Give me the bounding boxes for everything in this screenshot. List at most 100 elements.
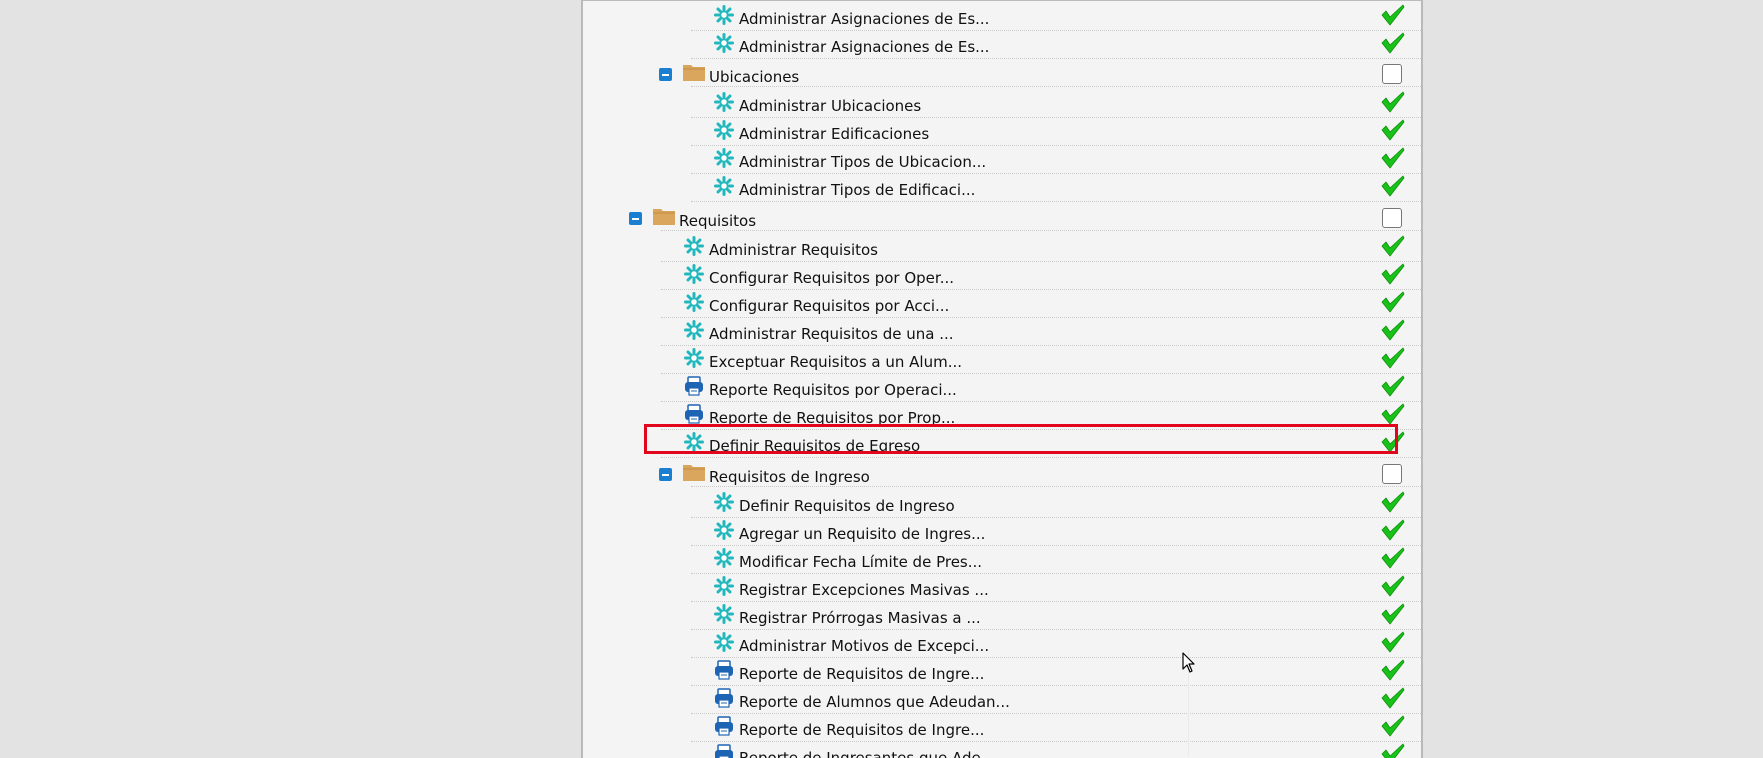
checkmark-icon[interactable] xyxy=(1381,4,1405,26)
tree-item-row[interactable]: Administrar Asignaciones de Es... xyxy=(583,3,1421,31)
mouse-cursor-icon xyxy=(1182,652,1195,673)
checkmark-icon[interactable] xyxy=(1381,91,1405,113)
tree-item-row[interactable]: Administrar Requisitos xyxy=(583,234,1421,262)
checkmark-icon[interactable] xyxy=(1381,715,1405,737)
checkmark-icon[interactable] xyxy=(1381,119,1405,141)
gear-icon xyxy=(684,320,704,340)
tree-item-label: Administrar Tipos de Ubicacion... xyxy=(739,153,987,171)
gear-icon xyxy=(714,576,734,596)
printer-icon xyxy=(685,376,703,396)
tree-item-row[interactable]: Modificar Fecha Límite de Pres... xyxy=(583,546,1421,574)
tree-item-row[interactable]: Reporte de Ingresantes que Ade... xyxy=(583,742,1421,758)
gear-icon xyxy=(714,520,734,540)
tree-item-row[interactable]: Administrar Edificaciones xyxy=(583,118,1421,146)
tree-item-row[interactable]: Administrar Requisitos de una ... xyxy=(583,318,1421,346)
checkmark-icon[interactable] xyxy=(1381,603,1405,625)
row-separator xyxy=(691,486,1421,487)
printer-icon xyxy=(715,716,733,736)
tree-item-row[interactable]: Definir Requisitos de Ingreso xyxy=(583,490,1421,518)
checkmark-icon[interactable] xyxy=(1381,575,1405,597)
tree-item-label: Reporte de Requisitos por Prop... xyxy=(709,409,956,427)
tree-item-row[interactable]: Administrar Tipos de Ubicacion... xyxy=(583,146,1421,174)
tree-item-row[interactable]: Configurar Requisitos por Oper... xyxy=(583,262,1421,290)
tree-item-row[interactable]: Exceptuar Requisitos a un Alum... xyxy=(583,346,1421,374)
tree-folder-row[interactable]: Requisitos de Ingreso xyxy=(583,459,1421,487)
tree-item-label: Reporte de Requisitos de Ingre... xyxy=(739,721,985,739)
gear-icon xyxy=(714,176,734,196)
checkbox[interactable] xyxy=(1382,64,1402,84)
tree-item-label: Definir Requisitos de Egreso xyxy=(709,437,921,455)
checkmark-icon[interactable] xyxy=(1381,431,1405,453)
tree-item-row[interactable]: Administrar Ubicaciones xyxy=(583,90,1421,118)
gear-icon xyxy=(714,92,734,112)
tree-item-label: Administrar Edificaciones xyxy=(739,125,930,143)
tree-item-row[interactable]: Reporte Requisitos por Operaci... xyxy=(583,374,1421,402)
checkmark-icon[interactable] xyxy=(1381,403,1405,425)
checkmark-icon[interactable] xyxy=(1381,491,1405,513)
checkmark-icon[interactable] xyxy=(1381,519,1405,541)
gear-icon xyxy=(714,492,734,512)
checkmark-icon[interactable] xyxy=(1381,291,1405,313)
checkbox[interactable] xyxy=(1382,464,1402,484)
tree-item-label: Agregar un Requisito de Ingres... xyxy=(739,525,986,543)
tree-item-row[interactable]: Administrar Tipos de Edificaci... xyxy=(583,174,1421,202)
tree-item-label: Administrar Requisitos de una ... xyxy=(709,325,954,343)
tree-item-label: Reporte de Requisitos de Ingre... xyxy=(739,665,985,683)
tree-item-row[interactable]: Registrar Excepciones Masivas ... xyxy=(583,574,1421,602)
checkmark-icon[interactable] xyxy=(1381,175,1405,197)
gear-icon xyxy=(684,264,704,284)
row-separator xyxy=(661,230,1421,231)
tree-item-label: Configurar Requisitos por Oper... xyxy=(709,269,955,287)
checkmark-icon[interactable] xyxy=(1381,547,1405,569)
gear-icon xyxy=(684,348,704,368)
tree-item-label: Reporte de Alumnos que Adeudan... xyxy=(739,693,1010,711)
tree-item-row[interactable]: Reporte de Requisitos por Prop... xyxy=(583,402,1421,430)
gear-icon xyxy=(684,236,704,256)
collapse-toggle-icon[interactable] xyxy=(629,212,642,225)
checkmark-icon[interactable] xyxy=(1381,235,1405,257)
tree-item-label: Administrar Asignaciones de Es... xyxy=(739,38,990,56)
tree-item-label: Administrar Asignaciones de Es... xyxy=(739,10,990,28)
tree-item-label: Administrar Ubicaciones xyxy=(739,97,922,115)
tree-folder-row[interactable]: Ubicaciones xyxy=(583,59,1421,87)
checkmark-icon[interactable] xyxy=(1381,147,1405,169)
checkmark-icon[interactable] xyxy=(1381,347,1405,369)
tree-item-row[interactable]: Agregar un Requisito de Ingres... xyxy=(583,518,1421,546)
checkmark-icon[interactable] xyxy=(1381,743,1405,758)
collapse-toggle-icon[interactable] xyxy=(659,68,672,81)
tree-item-label: Registrar Prórrogas Masivas a ... xyxy=(739,609,981,627)
tree-item-row[interactable]: Configurar Requisitos por Acci... xyxy=(583,290,1421,318)
checkmark-icon[interactable] xyxy=(1381,375,1405,397)
gear-icon xyxy=(714,33,734,53)
collapse-toggle-icon[interactable] xyxy=(659,468,672,481)
checkmark-icon[interactable] xyxy=(1381,659,1405,681)
tree-item-row[interactable]: Registrar Prórrogas Masivas a ... xyxy=(583,602,1421,630)
checkmark-icon[interactable] xyxy=(1381,687,1405,709)
tree-item-label: Registrar Excepciones Masivas ... xyxy=(739,581,989,599)
checkmark-icon[interactable] xyxy=(1381,631,1405,653)
tree-item-label: Administrar Motivos de Excepci... xyxy=(739,637,990,655)
tree-item-label: Reporte Requisitos por Operaci... xyxy=(709,381,957,399)
checkmark-icon[interactable] xyxy=(1381,263,1405,285)
printer-icon xyxy=(715,744,733,758)
gear-icon xyxy=(714,148,734,168)
gear-icon xyxy=(714,632,734,652)
tree-item-row[interactable]: Definir Requisitos de Egreso xyxy=(583,430,1421,458)
folder-icon xyxy=(653,209,675,225)
tree-item-row[interactable]: Reporte de Requisitos de Ingre... xyxy=(583,714,1421,742)
checkmark-icon[interactable] xyxy=(1381,319,1405,341)
tree-folder-row[interactable]: Requisitos xyxy=(583,203,1421,231)
tree-item-row[interactable]: Reporte de Alumnos que Adeudan... xyxy=(583,686,1421,714)
printer-icon xyxy=(715,688,733,708)
tree-item-label: Modificar Fecha Límite de Pres... xyxy=(739,553,983,571)
tree-item-row[interactable]: Administrar Asignaciones de Es... xyxy=(583,31,1421,59)
checkmark-icon[interactable] xyxy=(1381,32,1405,54)
gear-icon xyxy=(684,432,704,452)
tree-item-row[interactable]: Administrar Motivos de Excepci... xyxy=(583,630,1421,658)
permissions-tree-panel: Administrar Asignaciones de Es... Adminis… xyxy=(581,0,1423,758)
checkbox[interactable] xyxy=(1382,208,1402,228)
row-separator xyxy=(661,457,1421,458)
tree-item-row[interactable]: Reporte de Requisitos de Ingre... xyxy=(583,658,1421,686)
folder-icon xyxy=(683,465,705,481)
row-separator xyxy=(691,86,1421,87)
